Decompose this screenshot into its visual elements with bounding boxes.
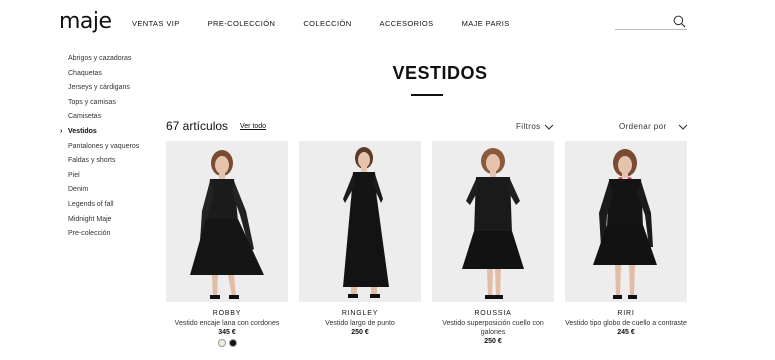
product-description: Vestido tipo globo de cuello a contraste — [565, 320, 687, 327]
active-marker-icon: › — [60, 127, 63, 135]
product-card-riri[interactable]: RIRI Vestido tipo globo de cuello a cont… — [565, 141, 687, 336]
product-description: Vestido superposición cuello con galones — [442, 320, 544, 336]
sidebar-item[interactable]: Chaquetas — [68, 67, 158, 82]
sidebar-item[interactable]: Midnight Maje — [68, 213, 158, 228]
product-price: 250 € — [351, 329, 369, 336]
sidebar-item[interactable]: Denim — [68, 183, 158, 198]
product-image[interactable] — [166, 141, 288, 302]
sidebar-item-label: Piel — [68, 171, 80, 179]
product-card-robby[interactable]: ROBBY Vestido encaje lana con cordones 3… — [166, 141, 288, 347]
search-input[interactable] — [615, 18, 671, 33]
product-image[interactable] — [565, 141, 687, 302]
product-card-roussia[interactable]: ROUSSIA Vestido superposición cuello con… — [432, 141, 554, 345]
chevron-down-icon[interactable] — [544, 124, 554, 130]
site-header: maje VENTAS VIP PRE-COLECCIÓN COLECCIÓN … — [0, 0, 775, 48]
sidebar-item-label: Midnight Maje — [68, 215, 112, 223]
color-swatches — [166, 339, 288, 347]
product-description: Vestido largo de punto — [325, 320, 395, 327]
chevron-down-icon[interactable] — [678, 124, 688, 130]
sidebar-item-label: Camisetas — [68, 113, 102, 121]
product-name[interactable]: RINGLEY — [299, 310, 421, 317]
product-description: Vestido encaje lana con cordones — [174, 320, 280, 327]
sidebar-item-label: Vestidos — [68, 127, 97, 135]
sidebar-item[interactable]: Faldas y shorts — [68, 154, 158, 169]
sidebar-item-label: Pantalones y vaqueros — [68, 142, 140, 150]
sidebar-item[interactable]: Pantalones y vaqueros — [68, 140, 158, 155]
filters-label: Filtros — [516, 122, 541, 131]
view-all-link[interactable]: Ver todo — [240, 123, 266, 130]
swatch-cream[interactable] — [217, 339, 226, 347]
sidebar-item-label: Abrigos y cazadoras — [68, 55, 132, 62]
sidebar-item[interactable]: Legends of fall — [68, 198, 158, 213]
search-icon[interactable] — [673, 15, 686, 28]
sidebar-item[interactable]: › Vestidos — [60, 125, 158, 140]
product-price: 345 € — [218, 329, 236, 336]
sidebar-item-label: Tops y camisas — [68, 98, 116, 106]
product-image[interactable] — [299, 141, 421, 302]
sidebar-item[interactable]: Jerseys y cárdigans — [68, 81, 158, 96]
product-name[interactable]: ROBBY — [166, 310, 288, 317]
nav-maje-paris[interactable]: MAJE PARIS — [462, 19, 510, 28]
sidebar-item[interactable]: Tops y camisas — [68, 96, 158, 111]
category-sidebar: Abrigos y cazadoras Chaquetas Jerseys y cá… — [60, 52, 158, 242]
search-box — [615, 14, 687, 33]
product-count: 67 artículos — [166, 119, 229, 133]
sidebar-item[interactable]: Abrigos y cazadoras — [68, 52, 158, 67]
nav-coleccion[interactable]: COLECCIÓN — [303, 19, 351, 28]
main-nav: VENTAS VIP PRE-COLECCIÓN COLECCIÓN ACCES… — [132, 19, 538, 28]
sidebar-item-label: Legends of fall — [68, 200, 114, 208]
filters-button[interactable]: Filtros — [516, 122, 541, 131]
sidebar-item-label: Chaquetas — [68, 69, 102, 77]
sort-label: Ordenar por — [619, 122, 667, 131]
swatch-black[interactable] — [228, 339, 237, 347]
sidebar-item-label: Jerseys y cárdigans — [68, 84, 130, 92]
brand-logo[interactable]: maje — [59, 9, 112, 34]
product-price: 245 € — [617, 329, 635, 336]
product-name[interactable]: ROUSSIA — [432, 310, 554, 317]
title-divider — [411, 94, 443, 96]
product-image[interactable] — [432, 141, 554, 302]
nav-ventas-vip[interactable]: VENTAS VIP — [132, 19, 180, 28]
sidebar-item-label: Denim — [68, 186, 89, 194]
sidebar-item-label: Pre-colección — [68, 230, 111, 238]
product-name[interactable]: RIRI — [565, 310, 687, 317]
page-title: VESTIDOS — [392, 63, 488, 83]
sidebar-item[interactable]: Camisetas — [68, 110, 158, 125]
product-price: 250 € — [484, 338, 502, 345]
sidebar-item[interactable]: Piel — [68, 169, 158, 184]
sidebar-item-label: Faldas y shorts — [68, 157, 116, 165]
sidebar-item[interactable]: Pre-colección — [68, 227, 158, 242]
product-card-ringley[interactable]: RINGLEY Vestido largo de punto 250 € — [299, 141, 421, 336]
sort-button[interactable]: Ordenar por — [619, 122, 667, 131]
nav-accesorios[interactable]: ACCESORIOS — [380, 19, 434, 28]
nav-pre-coleccion[interactable]: PRE-COLECCIÓN — [208, 19, 276, 28]
